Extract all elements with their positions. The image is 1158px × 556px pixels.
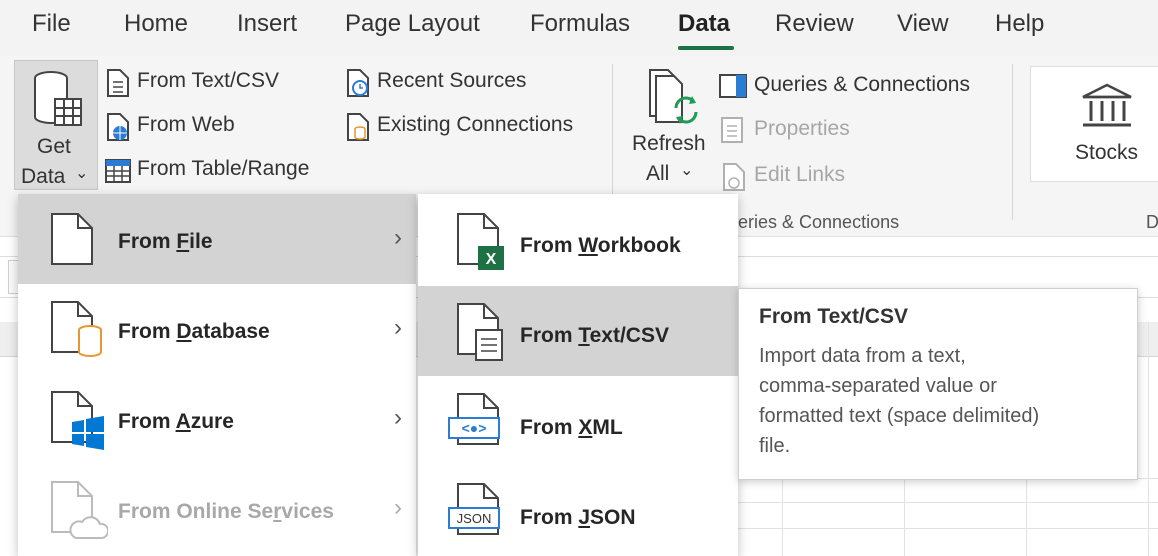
from-web-label: From Web <box>137 113 235 136</box>
tab-insert[interactable]: Insert <box>237 10 297 38</box>
menu-item-from-file[interactable]: From File › <box>18 194 416 284</box>
chevron-right-icon: › <box>394 494 402 521</box>
menu-item-label: From Online Services <box>118 500 334 523</box>
chevron-right-icon: › <box>394 404 402 431</box>
text-file-icon <box>107 69 129 97</box>
menu-item-label: From Workbook <box>520 234 681 257</box>
edit-links-icon <box>723 163 745 191</box>
existing-connections-button[interactable]: Existing Connections <box>342 110 602 142</box>
ribbon-tab-bar: File Home Insert Page Layout Formulas Da… <box>0 0 1158 56</box>
from-table-range-button[interactable]: From Table/Range <box>102 154 332 186</box>
get-data-label-line2: Data <box>21 165 66 188</box>
ribbon-group-label-edge: D <box>1146 212 1158 232</box>
refresh-icon <box>649 69 698 124</box>
tab-help[interactable]: Help <box>995 10 1044 38</box>
tab-review[interactable]: Review <box>775 10 854 38</box>
refresh-all-button[interactable]: Refresh All ⌄ <box>628 62 712 192</box>
tooltip-line: comma-separated value or <box>759 375 997 397</box>
tooltip: From Text/CSV Import data from a text, c… <box>738 288 1138 480</box>
refresh-label-line2: All <box>646 162 670 185</box>
svg-text:JSON: JSON <box>457 511 492 526</box>
menu-item-label: From Azure <box>118 410 234 433</box>
existing-connections-label: Existing Connections <box>377 113 574 136</box>
stocks-button[interactable]: Stocks <box>1030 66 1158 182</box>
tooltip-title: From Text/CSV <box>759 305 908 328</box>
tab-data[interactable]: Data <box>678 10 730 38</box>
tooltip-line: Import data from a text, <box>759 345 966 367</box>
tab-home[interactable]: Home <box>124 10 188 38</box>
menu-item-from-xml[interactable]: <●> From XML <box>418 376 738 466</box>
menu-item-from-azure[interactable]: From Azure › <box>18 374 416 464</box>
queries-connections-label: Queries & Connections <box>754 73 970 96</box>
tab-file[interactable]: File <box>32 10 71 38</box>
from-text-csv-button[interactable]: From Text/CSV <box>102 66 332 98</box>
chevron-down-icon: ⌄ <box>680 162 694 179</box>
menu-item-from-workbook[interactable]: X From Workbook <box>418 194 738 284</box>
queries-connections-button[interactable]: Queries & Connections <box>716 70 996 102</box>
recent-sources-button[interactable]: Recent Sources <box>342 66 592 98</box>
from-table-range-label: From Table/Range <box>137 157 310 180</box>
tab-formulas[interactable]: Formulas <box>530 10 630 38</box>
from-text-csv-label: From Text/CSV <box>137 69 279 92</box>
excel-workbook-icon: X <box>457 213 504 270</box>
azure-icon <box>51 391 104 450</box>
database-icon <box>51 301 102 357</box>
menu-item-from-json[interactable]: JSON From JSON <box>418 466 738 556</box>
get-data-label-line1: Get <box>37 135 71 158</box>
ribbon-group-separator <box>1012 64 1013 220</box>
from-file-submenu: X From Workbook From Text/CSV <●> From X… <box>418 194 738 556</box>
active-tab-indicator <box>678 46 734 50</box>
stocks-label: Stocks <box>1075 141 1139 164</box>
recent-sources-icon <box>347 69 369 97</box>
menu-item-from-database[interactable]: From Database › <box>18 284 416 374</box>
json-icon: JSON <box>448 483 500 535</box>
cloud-icon <box>51 481 108 539</box>
svg-text:<●>: <●> <box>462 420 487 436</box>
properties-button[interactable]: Properties <box>716 114 896 146</box>
tab-page-layout[interactable]: Page Layout <box>345 10 480 38</box>
get-data-button[interactable]: Get Data ⌄ <box>14 60 98 190</box>
chevron-right-icon: › <box>394 314 402 341</box>
menu-item-from-text-csv[interactable]: From Text/CSV <box>418 286 738 376</box>
table-icon <box>105 159 131 183</box>
tab-view[interactable]: View <box>897 10 949 38</box>
xml-icon: <●> <box>448 393 500 445</box>
text-file-icon <box>457 303 503 361</box>
ribbon-group-label: eries & Connections <box>738 212 900 232</box>
web-file-icon <box>107 113 129 141</box>
tooltip-line: formatted text (space delimited) <box>759 405 1040 427</box>
menu-item-label: From Text/CSV <box>520 324 669 347</box>
get-data-menu: From File › From Database › From Azure › <box>18 194 416 556</box>
from-web-button[interactable]: From Web <box>102 110 332 142</box>
recent-sources-label: Recent Sources <box>377 69 527 92</box>
properties-icon <box>721 117 743 143</box>
chevron-right-icon: › <box>394 224 402 251</box>
file-icon <box>51 213 93 265</box>
properties-label: Properties <box>754 117 850 140</box>
chevron-down-icon: ⌄ <box>75 165 89 182</box>
menu-item-label: From File <box>118 230 213 253</box>
edit-links-label: Edit Links <box>754 163 846 186</box>
database-table-icon <box>34 71 82 126</box>
existing-connections-icon <box>347 113 369 141</box>
menu-item-from-online-services[interactable]: From Online Services › <box>18 464 416 554</box>
queries-connections-icon <box>719 74 747 98</box>
bank-building-icon <box>1082 83 1132 127</box>
refresh-label-line1: Refresh <box>632 132 706 155</box>
menu-item-label: From Database <box>118 320 270 343</box>
menu-item-label: From XML <box>520 416 623 439</box>
menu-item-label: From JSON <box>520 506 636 529</box>
svg-text:X: X <box>486 251 497 268</box>
tooltip-line: file. <box>759 435 791 457</box>
edit-links-button[interactable]: Edit Links <box>716 160 896 192</box>
